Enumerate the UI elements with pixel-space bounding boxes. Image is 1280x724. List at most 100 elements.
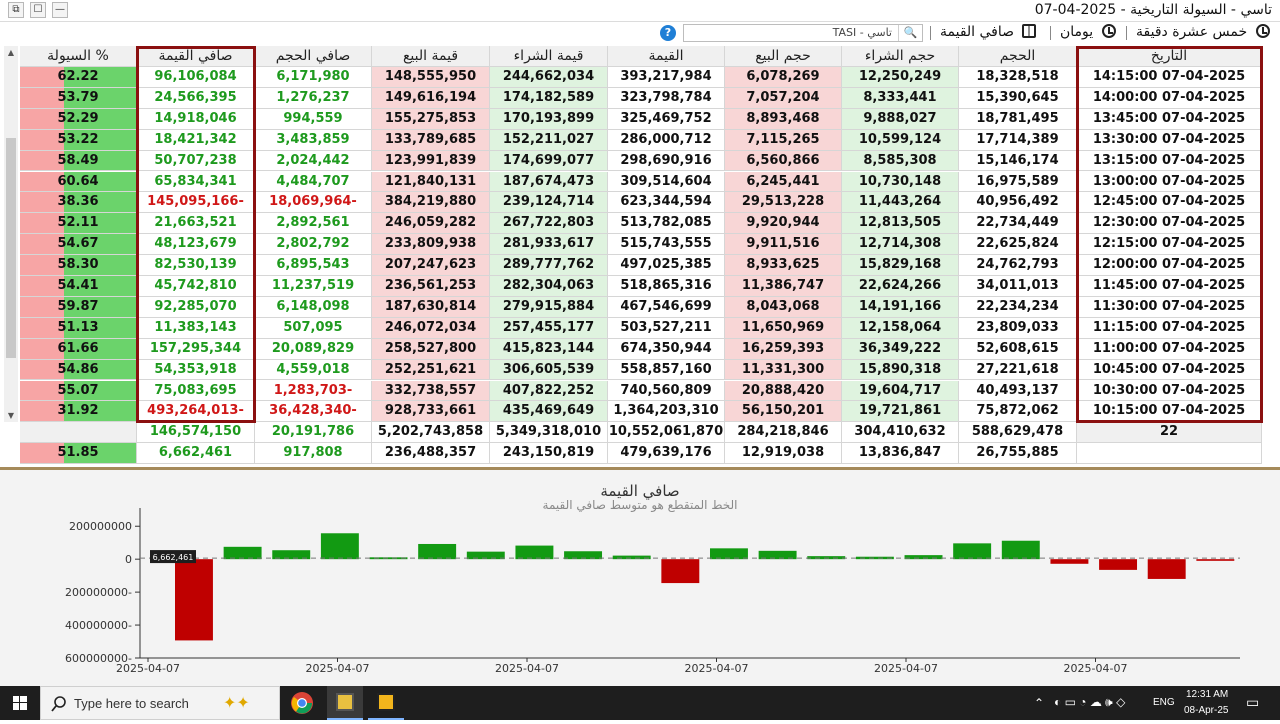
column-header-sell-volume[interactable]: حجم البيع [725,46,842,67]
clock-icon [1101,24,1116,38]
table-header-row[interactable]: السيولة % صافي القيمة صافي الحجم قيمة البيع… [20,46,1262,67]
net-volume-cell: 3,483,859 [255,129,372,151]
liquidity-cell: 53.22 [20,129,137,151]
taskbar-app[interactable] [368,686,404,720]
liquidity-value: 53.79 [57,89,99,105]
clock-time[interactable]: 12:31 AM [1186,689,1228,700]
chart-bar[interactable] [1001,540,1040,560]
total-value-cell: 10,552,061,870 [608,422,725,444]
scroll-up-arrow-icon[interactable]: ▲ [4,48,18,57]
table-row[interactable]: 54.67 48,123,679 2,802,792 233,809,938 281,9… [20,234,1262,256]
minimize-button[interactable]: — [52,2,68,18]
chart-bar[interactable] [1196,559,1235,561]
chrome-icon[interactable] [290,691,314,715]
average-net-value-cell: 6,662,461 [137,443,255,465]
help-icon[interactable]: ? [660,25,676,41]
search-icon[interactable]: 🔍 [898,25,922,41]
start-button[interactable] [0,686,40,720]
notification-icon[interactable]: ▭ [1246,694,1259,711]
liquidity-value: 51.85 [57,445,99,461]
table-row[interactable]: 61.66 157,295,344 20,089,829 258,527,800 415… [20,338,1262,360]
interval-selector[interactable]: خمس عشرة دقيقة [1136,24,1270,42]
language-indicator[interactable]: ENG [1153,697,1175,708]
taskbar-search-box[interactable]: Type here to search ✦✦ [40,686,280,720]
table-row[interactable]: 31.92 493,264,013- 36,428,340- 928,733,661 4… [20,401,1262,423]
vertical-scrollbar[interactable]: ▲ ▼ [4,46,18,422]
chart-bar[interactable] [1050,559,1089,564]
sell-volume-cell: 6,560,866 [725,150,842,172]
chart-bar[interactable] [710,548,748,560]
value-cell: 298,690,916 [608,150,725,172]
table-row[interactable]: 55.07 75,083,695 1,283,703- 332,738,557 407,… [20,380,1262,402]
period-selector[interactable]: يومان [1060,24,1116,42]
net-volume-cell: 994,559 [255,108,372,130]
net-value-cell: 75,083,695 [137,380,255,402]
column-header-buy-value[interactable]: قيمة الشراء [490,46,608,67]
maximize-button[interactable]: ☐ [30,2,46,18]
table-row[interactable]: 53.79 24,566,395 1,276,237 149,616,194 174,1… [20,87,1262,109]
table-row[interactable]: 58.49 50,707,238 2,024,442 123,991,839 174,6… [20,150,1262,172]
table-row[interactable]: 51.13 11,383,143 507,095 246,072,034 257,455… [20,317,1262,339]
sell-value-cell: 246,059,282 [372,213,490,235]
chart-bar[interactable] [418,543,457,560]
column-header-buy-volume[interactable]: حجم الشراء [842,46,959,67]
table-row[interactable]: 54.41 45,742,810 11,237,519 236,561,253 282,… [20,276,1262,297]
symbol-search-input[interactable]: TASI - تاسي 🔍 [683,24,923,42]
liquidity-value: 52.29 [57,110,99,126]
scroll-down-arrow-icon[interactable]: ▼ [4,411,18,420]
date-cell: 13:30:00 07-04-2025 [1077,129,1262,151]
net-value-cell: 54,353,918 [137,359,255,381]
metric-selector[interactable]: صافي القيمة [940,24,1037,42]
chart-bar[interactable] [515,545,554,560]
taskbar-app-active[interactable] [327,686,363,720]
tray-chevron-icon[interactable]: ⌃ [1034,696,1044,710]
net-value-cell: 145,095,166- [137,192,255,214]
column-header-net-value[interactable]: صافي القيمة [137,46,255,67]
buy-value-cell: 244,662,034 [490,67,608,88]
chart-bar[interactable] [320,533,359,560]
net-volume-cell: 11,237,519 [255,276,372,297]
x-tick-label: 2025-04-07 [306,662,370,675]
column-header-value[interactable]: القيمة [608,46,725,67]
column-header-sell-value[interactable]: قيمة البيع [372,46,490,67]
chart-bar[interactable] [223,546,262,560]
scrollbar-thumb[interactable] [6,138,16,358]
net-volume-cell: 1,276,237 [255,87,372,109]
tray-icons[interactable]: ◐ ▭ ◔ ☁ 🕪 ◇ [1054,695,1125,710]
date-cell: 14:15:00 07-04-2025 [1077,67,1262,88]
table-row[interactable]: 60.64 65,834,341 4,484,707 121,840,131 187,6… [20,171,1262,193]
table-row[interactable]: 52.29 14,918,046 994,559 155,275,853 170,193… [20,108,1262,130]
restore-button[interactable]: ⧉ [8,2,24,18]
table-row[interactable]: 38.36 145,095,166- 18,069,964- 384,219,880 2… [20,192,1262,214]
column-header-net-volume[interactable]: صافي الحجم [255,46,372,67]
table-totals-row[interactable]: 146,574,150 20,191,786 5,202,743,858 5,349,… [20,422,1262,444]
column-header-liquidity[interactable]: السيولة % [20,46,137,67]
buy-volume-cell: 12,250,249 [842,67,959,88]
sell-volume-cell: 9,911,516 [725,234,842,256]
clock-date[interactable]: 08-Apr-25 [1184,705,1228,716]
buy-volume-cell: 15,890,318 [842,359,959,381]
liquidity-cell: 38.36 [20,192,137,214]
buy-volume-cell: 11,443,264 [842,192,959,214]
column-header-date[interactable]: التاريخ [1077,46,1262,67]
table-averages-row[interactable]: 51.85 6,662,461 917,808 236,488,357 243,150,… [20,443,1262,465]
buy-volume-cell: 22,624,266 [842,276,959,297]
chart-bar[interactable] [1147,559,1186,579]
table-row[interactable]: 52.11 21,663,521 2,892,561 246,059,282 267,7… [20,213,1262,235]
table-row[interactable]: 59.87 92,285,070 6,148,098 187,630,814 279,9… [20,296,1262,318]
chart-bar[interactable] [1099,559,1138,570]
buy-volume-cell: 12,714,308 [842,234,959,256]
column-header-volume[interactable]: الحجم [959,46,1077,67]
sell-value-cell: 149,616,194 [372,87,490,109]
table-row[interactable]: 53.22 18,421,342 3,483,859 133,789,685 152,2… [20,129,1262,151]
app-icon [336,693,354,711]
chart-bar[interactable] [175,559,213,641]
chart-bar[interactable] [612,555,651,560]
table-row[interactable]: 54.86 54,353,918 4,559,018 252,251,621 306,6… [20,359,1262,381]
table-row[interactable]: 62.22 96,106,084 6,171,980 148,555,950 244,6… [20,67,1262,88]
chart-bar[interactable] [953,543,992,560]
buy-value-cell: 289,777,762 [490,255,608,276]
chart-bar[interactable] [661,559,700,584]
table-row[interactable]: 58.30 82,530,139 6,895,543 207,247,623 289,7… [20,255,1262,276]
volume-cell: 22,625,824 [959,234,1077,256]
